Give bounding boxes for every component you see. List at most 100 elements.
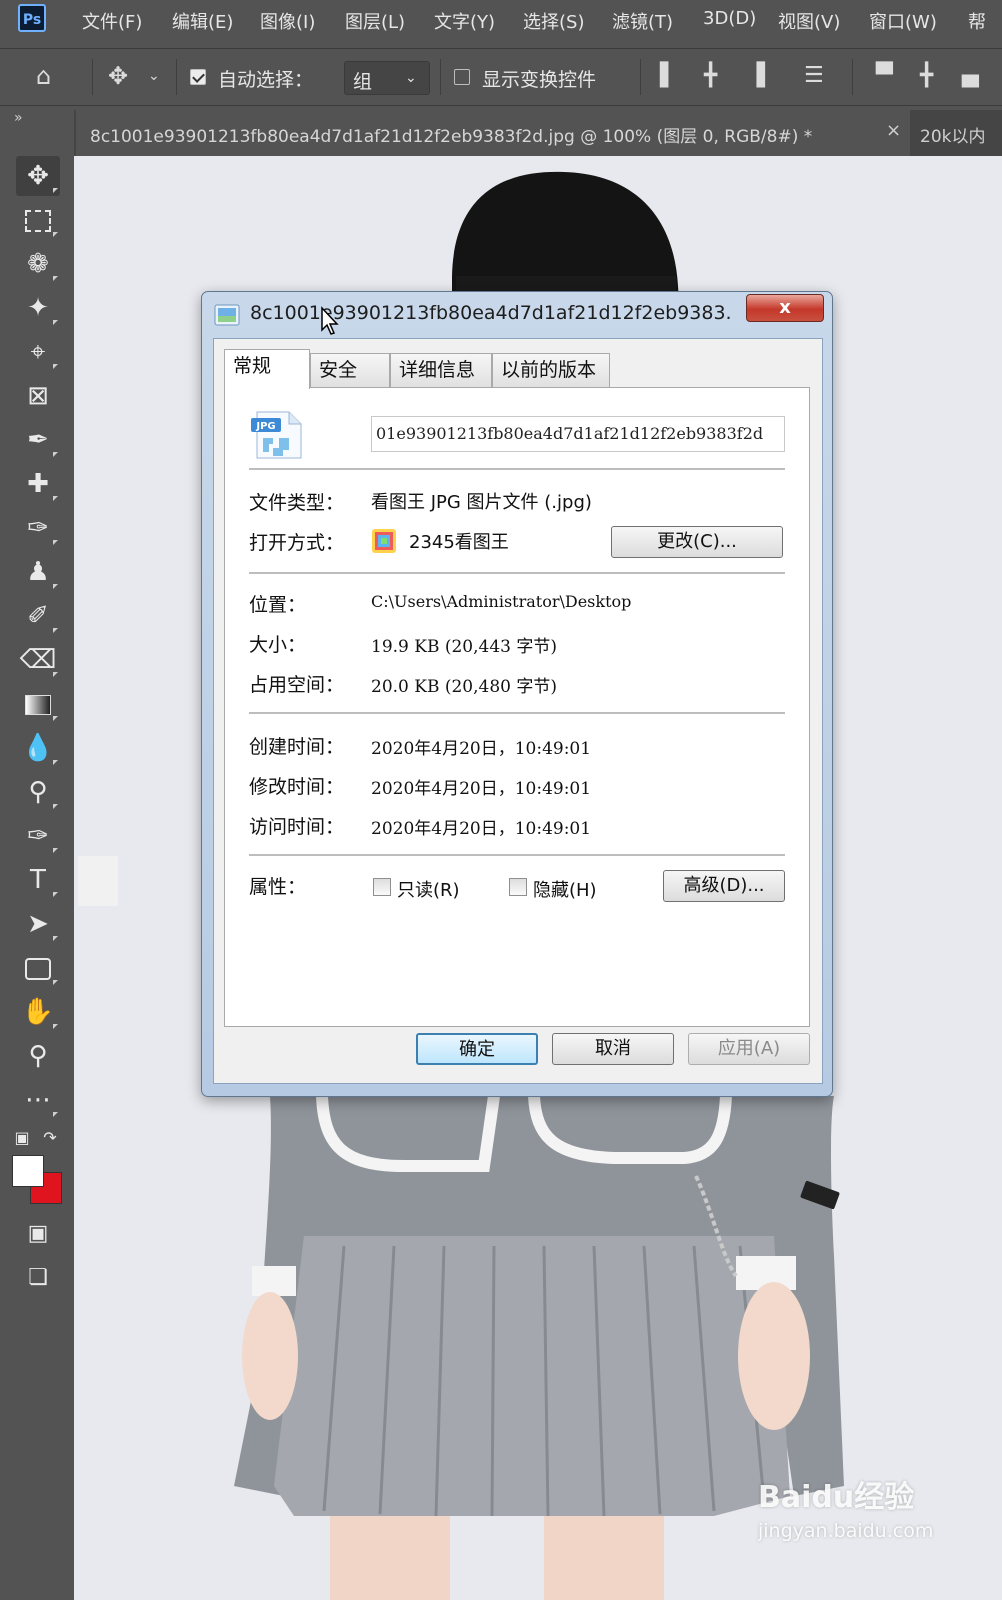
close-icon[interactable]: × [886, 120, 901, 141]
file-properties-dialog: 8c1001e93901213fb80ea4d7d1af21d12f2eb938… [201, 291, 833, 1097]
auto-select-label: 自动选择： [218, 69, 314, 91]
distribute-icon[interactable]: ☰ [804, 61, 824, 91]
foreground-color-swatch[interactable] [12, 1155, 44, 1187]
menu-bar: Ps 文件(F) 编辑(E) 图像(I) 图层(L) 文字(Y) 选择(S) 滤… [0, 0, 1002, 38]
created-value: 2020年4月20日，10:49:01 [371, 739, 592, 759]
healing-brush-tool-icon[interactable]: ✚ [16, 464, 60, 504]
mouse-cursor-icon [321, 306, 339, 335]
size-label: 大小： [249, 634, 307, 656]
menu-select[interactable]: 选择(S) [523, 8, 584, 34]
image-file-icon [214, 304, 240, 326]
eraser-tool-icon[interactable]: ⌫ [16, 640, 60, 680]
align-left-icon[interactable]: ▌ [660, 61, 677, 91]
history-brush-tool-icon[interactable]: ✐ [16, 596, 60, 636]
file-type-label: 文件类型： [249, 492, 345, 514]
frame-tool-icon[interactable]: ⊠ [16, 376, 60, 416]
hidden-label: 隐藏(H) [533, 880, 597, 901]
more-tools-icon[interactable]: ⋯ [16, 1080, 60, 1120]
menu-layer[interactable]: 图层(L) [345, 8, 405, 34]
disk-size-value: 20.0 KB (20,480 字节) [371, 677, 558, 697]
menu-help[interactable]: 帮 [968, 8, 986, 34]
default-colors-icon[interactable]: ▣ [10, 1118, 34, 1158]
blur-tool-icon[interactable]: 💧 [16, 728, 60, 768]
auto-select-checkbox[interactable] [190, 69, 206, 85]
tab-general[interactable]: 常规 [224, 349, 310, 389]
brush-tool-icon[interactable]: ✑ [16, 508, 60, 548]
path-selection-tool-icon[interactable]: ➤ [16, 904, 60, 944]
divider [249, 572, 785, 575]
marquee-tool-icon[interactable] [16, 200, 60, 240]
align-bottom-icon[interactable]: ▄ [962, 61, 979, 91]
location-value: C:\Users\Administrator\Desktop [371, 592, 632, 611]
tab-security[interactable]: 安全 [310, 353, 390, 387]
crop-tool-icon[interactable]: ⌖ [16, 332, 60, 372]
filename-input[interactable]: 01e93901213fb80ea4d7d1af21d12f2eb9383f2d [371, 416, 785, 452]
menu-3d[interactable]: 3D(D) [703, 8, 756, 29]
tab-details[interactable]: 详细信息 [390, 353, 492, 387]
dodge-tool-icon[interactable]: ⚲ [16, 772, 60, 812]
lasso-tool-icon[interactable]: ❁ [16, 244, 60, 284]
move-tool-icon[interactable]: ✥ [16, 156, 60, 196]
tab-previous-versions[interactable]: 以前的版本 [492, 353, 610, 387]
readonly-checkbox[interactable] [373, 878, 391, 896]
gradient-tool-icon[interactable] [16, 684, 60, 724]
open-with-value: 2345看图王 [409, 532, 509, 553]
hand-tool-icon[interactable]: ✋ [16, 992, 60, 1032]
swap-colors-icon[interactable]: ↷ [38, 1118, 62, 1158]
menu-window[interactable]: 窗口(W) [869, 8, 937, 34]
document-tab-active[interactable]: 8c1001e93901213fb80ea4d7d1af21d12f2eb938… [76, 110, 910, 156]
separator [92, 59, 93, 95]
dialog-body: 常规 安全 详细信息 以前的版本 JPG 01e93901213fb80ea4d… [213, 338, 823, 1084]
align-center-icon[interactable]: ╋ [704, 61, 717, 91]
chevron-down-icon[interactable]: ⌄ [148, 61, 160, 91]
menu-file[interactable]: 文件(F) [82, 8, 142, 34]
align-right-icon[interactable]: ▐ [748, 61, 765, 91]
menu-type[interactable]: 文字(Y) [434, 8, 495, 34]
menu-filter[interactable]: 滤镜(T) [612, 8, 673, 34]
divider [249, 854, 785, 857]
separator [640, 59, 641, 95]
quick-mask-icon[interactable]: ▣ [16, 1214, 60, 1254]
separator [176, 59, 177, 95]
attributes-label: 属性： [249, 876, 307, 898]
pen-tool-icon[interactable]: ✑ [16, 816, 60, 856]
jpg-badge-text: JPG [255, 421, 275, 432]
document-tab-2[interactable]: 20k以内 [920, 122, 1002, 147]
rectangle-tool-icon[interactable] [16, 948, 60, 988]
options-bar: ⌂ ✥ ⌄ 自动选择： 组 ⌄ 显示变换控件 ▌ ╋ ▐ ☰ ▀ ╋ ▄ [0, 48, 1002, 106]
stamp-tool-icon[interactable]: ♟ [16, 552, 60, 592]
modified-label: 修改时间： [249, 776, 345, 798]
type-tool-icon[interactable]: T [16, 860, 60, 900]
ok-button[interactable]: 确定 [416, 1033, 538, 1065]
screen-mode-icon[interactable]: ❏ [16, 1258, 60, 1298]
eyedropper-tool-icon[interactable]: ✒ [16, 420, 60, 460]
magic-wand-tool-icon[interactable]: ✦ [16, 288, 60, 328]
move-tool-icon[interactable]: ✥ [108, 61, 128, 91]
created-label: 创建时间： [249, 736, 345, 758]
collapse-panel-icon[interactable]: » [14, 110, 23, 126]
menu-edit[interactable]: 编辑(E) [172, 8, 233, 34]
advanced-button[interactable]: 高级(D)... [663, 870, 785, 902]
cancel-button[interactable]: 取消 [552, 1033, 674, 1065]
file-type-value: 看图王 JPG 图片文件 (.jpg) [371, 492, 592, 513]
size-value: 19.9 KB (20,443 字节) [371, 637, 558, 657]
dropdown-value: 组 [353, 71, 373, 93]
tools-panel: ✥ ❁ ✦ ⌖ ⊠ ✒ ✚ ✑ ♟ ✐ ⌫ 💧 ⚲ ✑ T ➤ ✋ ⚲ ⋯ ▣ … [0, 156, 74, 1600]
home-icon[interactable]: ⌂ [36, 61, 51, 91]
document-tab-bar: 8c1001e93901213fb80ea4d7d1af21d12f2eb938… [74, 110, 1002, 156]
auto-select-dropdown[interactable]: 组 ⌄ [344, 61, 430, 95]
photoshop-logo: Ps [18, 4, 46, 32]
divider [249, 712, 785, 715]
menu-image[interactable]: 图像(I) [260, 8, 315, 34]
close-button[interactable]: x [746, 294, 824, 322]
jpg-file-icon: JPG [251, 411, 302, 459]
menu-view[interactable]: 视图(V) [778, 8, 840, 34]
watermark-url: jingyan.baidu.com [758, 1520, 934, 1542]
change-button[interactable]: 更改(C)... [611, 526, 783, 558]
hidden-checkbox[interactable] [509, 878, 527, 896]
align-top-icon[interactable]: ▀ [876, 61, 893, 91]
apply-button[interactable]: 应用(A) [688, 1033, 810, 1065]
zoom-tool-icon[interactable]: ⚲ [16, 1036, 60, 1076]
show-transform-checkbox[interactable] [454, 69, 470, 85]
align-middle-icon[interactable]: ╋ [920, 61, 933, 91]
